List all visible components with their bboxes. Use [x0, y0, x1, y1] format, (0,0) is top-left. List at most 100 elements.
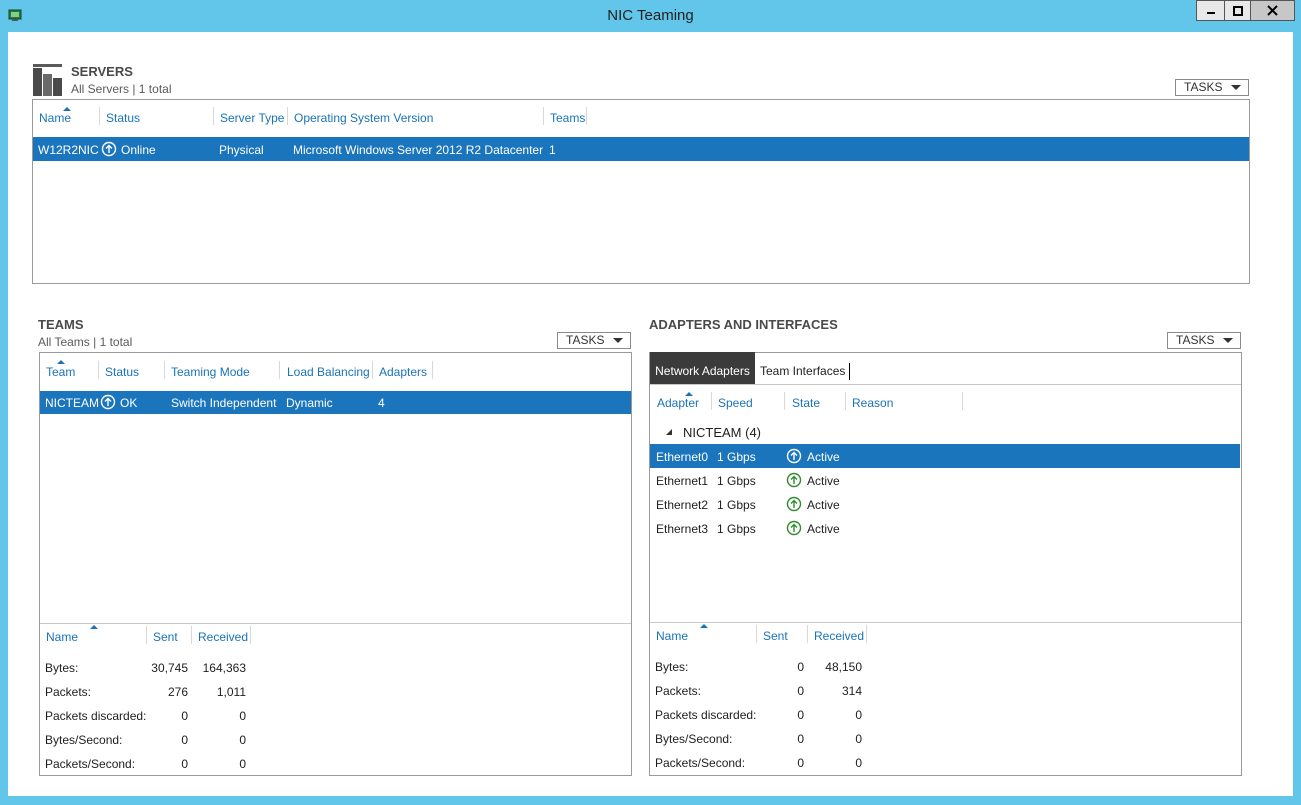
- adapters-title: ADAPTERS AND INTERFACES: [649, 317, 838, 332]
- title-bar[interactable]: NIC Teaming: [0, 0, 1301, 32]
- column-header-adapter[interactable]: Adapter: [657, 396, 699, 410]
- pane-splitter[interactable]: [40, 623, 631, 624]
- tab-network-adapters[interactable]: Network Adapters: [650, 352, 755, 384]
- table-row[interactable]: Ethernet3 1 Gbps Active: [650, 516, 1240, 540]
- sort-ascending-icon: [57, 360, 65, 364]
- maximize-button[interactable]: [1224, 0, 1250, 21]
- adapters-tasks-button[interactable]: TASKS: [1167, 332, 1241, 349]
- column-separator[interactable]: [432, 361, 433, 379]
- adapter-name: Ethernet1: [656, 474, 709, 488]
- chevron-down-icon: [1231, 85, 1241, 90]
- table-row[interactable]: W12R2NIC Online Physical Microsoft Windo…: [33, 137, 1249, 161]
- column-header-status[interactable]: Status: [106, 111, 140, 125]
- adapter-state: Active: [807, 474, 840, 488]
- column-separator[interactable]: [99, 107, 100, 125]
- column-header-server-type[interactable]: Server Type: [220, 111, 284, 125]
- table-row[interactable]: Ethernet2 1 Gbps Active: [650, 492, 1240, 516]
- tab-team-interfaces[interactable]: Team Interfaces: [760, 352, 845, 384]
- stat-sent: 30,745: [151, 661, 188, 675]
- column-header-load-balancing[interactable]: Load Balancing: [287, 365, 370, 379]
- stat-name: Bytes:: [45, 661, 79, 675]
- adapter-state: Active: [807, 522, 840, 536]
- column-header-adapters[interactable]: Adapters: [379, 365, 427, 379]
- stat-name: Bytes/Second:: [655, 732, 733, 746]
- stat-name: Packets:: [655, 684, 702, 698]
- column-separator[interactable]: [98, 361, 99, 379]
- stat-sent: 0: [797, 756, 804, 770]
- team-teaming-mode: Switch Independent: [171, 396, 277, 410]
- column-separator[interactable]: [711, 392, 712, 410]
- column-separator[interactable]: [372, 361, 373, 379]
- team-status: OK: [120, 396, 138, 410]
- stat-received: 0: [855, 732, 862, 746]
- servers-list[interactable]: Name Status Server Type Operating System…: [32, 99, 1250, 284]
- stat-received: 0: [855, 708, 862, 722]
- column-header-team[interactable]: Team: [46, 365, 75, 379]
- stats-header-name[interactable]: Name: [46, 630, 78, 644]
- stat-received: 164,363: [202, 661, 246, 675]
- pane-splitter[interactable]: [650, 622, 1241, 623]
- minimize-button[interactable]: [1196, 0, 1224, 21]
- stats-header-sent[interactable]: Sent: [763, 629, 788, 643]
- stat-name: Packets discarded:: [45, 709, 147, 723]
- column-header-state[interactable]: State: [792, 396, 820, 410]
- adapters-list[interactable]: Adapter Speed State Reason NICTEAM (4) E…: [650, 385, 1241, 775]
- sort-ascending-icon: [700, 624, 708, 628]
- sort-ascending-icon: [90, 625, 98, 629]
- server-type: Physical: [219, 143, 264, 157]
- column-separator[interactable]: [191, 626, 192, 644]
- column-separator[interactable]: [250, 626, 251, 644]
- column-header-name[interactable]: Name: [39, 111, 71, 125]
- servers-icon: [33, 64, 62, 96]
- stat-sent: 0: [181, 709, 188, 723]
- status-up-arrow-icon: [100, 394, 116, 410]
- column-header-os-version[interactable]: Operating System Version: [294, 111, 433, 125]
- stat-sent: 0: [797, 708, 804, 722]
- servers-tasks-button[interactable]: TASKS: [1175, 79, 1249, 96]
- column-separator[interactable]: [164, 361, 165, 379]
- status-up-arrow-icon: [101, 141, 117, 157]
- stats-header-sent[interactable]: Sent: [153, 630, 178, 644]
- close-button[interactable]: [1250, 0, 1295, 21]
- stat-name: Packets:: [45, 685, 92, 699]
- column-separator[interactable]: [756, 625, 757, 643]
- collapse-triangle-icon[interactable]: [665, 428, 673, 436]
- table-row[interactable]: Ethernet1 1 Gbps Active: [650, 468, 1240, 492]
- stat-received: 0: [239, 709, 246, 723]
- column-header-speed[interactable]: Speed: [718, 396, 753, 410]
- column-header-teams[interactable]: Teams: [550, 111, 585, 125]
- column-separator[interactable]: [279, 361, 280, 379]
- adapter-speed: 1 Gbps: [717, 450, 756, 464]
- status-up-arrow-icon: [786, 472, 802, 488]
- adapter-name: Ethernet3: [656, 522, 709, 536]
- stats-header-name[interactable]: Name: [656, 629, 688, 643]
- column-separator[interactable]: [586, 107, 587, 125]
- column-separator[interactable]: [845, 392, 846, 410]
- table-row[interactable]: NICTEAM OK Switch Independent Dynamic 4: [40, 391, 631, 414]
- column-separator[interactable]: [213, 107, 214, 125]
- window-title: NIC Teaming: [607, 7, 694, 24]
- column-header-teaming-mode[interactable]: Teaming Mode: [171, 365, 250, 379]
- column-separator[interactable]: [866, 625, 867, 643]
- column-separator[interactable]: [784, 392, 785, 410]
- column-separator[interactable]: [962, 392, 963, 410]
- stat-received: 0: [239, 757, 246, 771]
- chevron-down-icon: [613, 338, 623, 343]
- table-row[interactable]: Ethernet0 1 Gbps Active: [650, 444, 1240, 468]
- column-separator[interactable]: [146, 626, 147, 644]
- teams-tasks-button[interactable]: TASKS: [557, 332, 631, 349]
- status-up-arrow-icon: [786, 496, 802, 512]
- maximize-icon: [1232, 5, 1243, 16]
- column-header-reason[interactable]: Reason: [852, 396, 893, 410]
- teams-title: TEAMS: [38, 317, 84, 332]
- stats-header-received[interactable]: Received: [814, 629, 864, 643]
- column-separator[interactable]: [543, 107, 544, 125]
- stats-header-received[interactable]: Received: [198, 630, 248, 644]
- adapters-tab-bar: Network Adapters Team Interfaces: [650, 352, 1241, 384]
- servers-tasks-label: TASKS: [1184, 80, 1223, 94]
- column-separator[interactable]: [287, 107, 288, 125]
- stat-name: Packets/Second:: [655, 756, 746, 770]
- column-separator[interactable]: [807, 625, 808, 643]
- column-header-status[interactable]: Status: [105, 365, 139, 379]
- team-adapters: 4: [378, 396, 385, 410]
